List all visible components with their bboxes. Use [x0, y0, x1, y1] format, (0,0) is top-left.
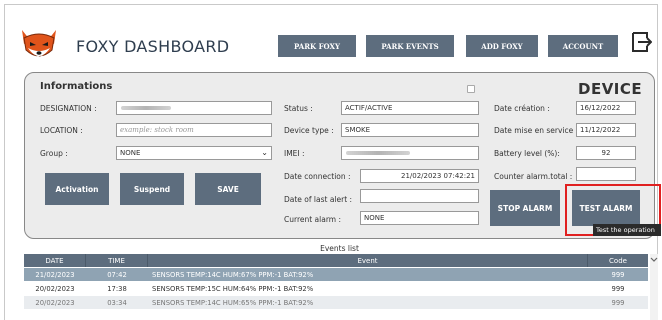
row-code: 999 — [611, 270, 625, 279]
row-date: 21/02/2023 — [35, 270, 75, 279]
events-list-title: Events list — [320, 244, 359, 253]
device-type-field[interactable]: SMOKE — [341, 123, 479, 137]
activation-button[interactable]: Activation — [45, 173, 109, 205]
service-date-label: Date mise en service : — [494, 126, 579, 135]
nav-account-button[interactable]: ACCOUNT — [548, 35, 618, 57]
nav-park-foxy-button[interactable]: PARK FOXY — [278, 35, 356, 57]
date-connection-label: Date connection : — [284, 172, 351, 181]
counter-alarm-label: Counter alarm.total : — [494, 172, 573, 181]
fox-logo-icon — [22, 30, 56, 60]
imei-field[interactable] — [341, 146, 479, 160]
designation-label: DESIGNATION : — [40, 104, 97, 113]
designation-field[interactable] — [116, 101, 272, 115]
status-field[interactable]: ACTIF/ACTIVE — [341, 101, 479, 115]
events-table: DATE TIME Event Code 21/02/2023 07:42 SE… — [24, 254, 648, 320]
row-date: 20/02/2023 — [35, 298, 75, 307]
chevron-down-icon[interactable] — [650, 254, 658, 266]
table-row[interactable]: 21/02/2023 07:42 SENSORS TEMP:14C HUM:67… — [24, 268, 648, 281]
row-event: SENSORS TEMP:15C HUM:64% PPM:-1 BAT:92% — [152, 284, 314, 293]
imei-label: IMEI : — [284, 149, 305, 158]
location-field[interactable]: example: stock room — [116, 123, 272, 137]
exit-icon[interactable] — [630, 30, 652, 54]
group-select[interactable]: NONE ⌄ — [116, 146, 272, 160]
status-label: Status : — [284, 104, 313, 113]
current-alarm-label: Current alarm : — [284, 215, 341, 224]
column-code[interactable]: Code — [588, 254, 648, 267]
column-date[interactable]: DATE — [24, 254, 86, 267]
service-date-field[interactable]: 11/12/2022 — [576, 123, 636, 137]
row-time: 17:38 — [107, 284, 127, 293]
last-alert-label: Date of last alert : — [284, 195, 353, 204]
creation-date-field[interactable]: 16/12/2022 — [576, 101, 636, 115]
device-type-label: Device type : — [284, 126, 334, 135]
redacted-text — [346, 151, 410, 155]
creation-date-label: Date création : — [494, 104, 550, 113]
row-code: 999 — [611, 284, 625, 293]
row-event: SENSORS TEMP:14C HUM:65% PPM:-1 BAT:92% — [152, 298, 314, 307]
column-event[interactable]: Event — [148, 254, 588, 267]
test-alarm-tooltip: Test the operation — [593, 224, 661, 236]
location-label: LOCATION : — [40, 126, 83, 135]
informations-title: Informations — [40, 81, 113, 92]
column-time[interactable]: TIME — [86, 254, 148, 267]
redacted-text — [121, 106, 171, 110]
checkbox-icon[interactable] — [467, 85, 475, 93]
brand-title: FOXY DASHBOARD — [76, 37, 230, 56]
row-time: 07:42 — [107, 270, 127, 279]
device-title: DEVICE — [578, 80, 643, 98]
last-alert-field[interactable] — [360, 189, 479, 203]
save-button[interactable]: SAVE — [195, 173, 261, 205]
row-event: SENSORS TEMP:14C HUM:67% PPM:-1 BAT:92% — [152, 270, 314, 279]
stop-alarm-button[interactable]: STOP ALARM — [490, 190, 560, 226]
battery-field[interactable]: 92 — [576, 146, 636, 160]
nav-park-events-button[interactable]: PARK EVENTS — [366, 35, 454, 57]
nav-add-foxy-button[interactable]: ADD FOXY — [466, 35, 538, 57]
group-select-value: NONE — [120, 149, 141, 157]
current-alarm-field[interactable]: NONE — [360, 211, 479, 225]
events-scrollbar[interactable] — [650, 254, 658, 320]
battery-label: Battery level (%): — [494, 149, 560, 158]
suspend-button[interactable]: Suspend — [120, 173, 184, 205]
events-table-header: DATE TIME Event Code — [24, 254, 648, 267]
table-row[interactable]: 20/02/2023 17:38 SENSORS TEMP:15C HUM:64… — [24, 282, 648, 295]
row-time: 03:34 — [107, 298, 127, 307]
group-label: Group : — [40, 149, 68, 158]
chevron-down-icon: ⌄ — [261, 148, 268, 157]
date-connection-field[interactable]: 21/02/2023 07:42:21 — [360, 169, 479, 183]
row-date: 20/02/2023 — [35, 284, 75, 293]
counter-alarm-field[interactable] — [576, 167, 636, 181]
row-code: 999 — [611, 298, 625, 307]
table-row[interactable]: 20/02/2023 03:34 SENSORS TEMP:14C HUM:65… — [24, 296, 648, 309]
